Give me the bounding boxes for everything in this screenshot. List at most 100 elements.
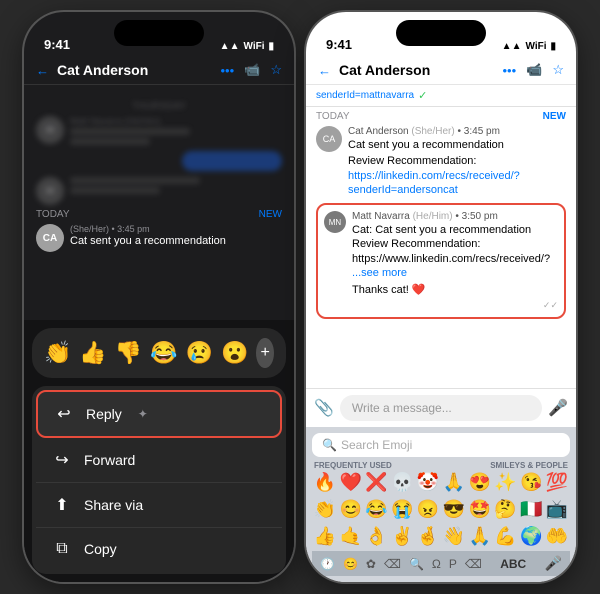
mic-icon-keyboard[interactable]: 🎤 <box>545 555 562 572</box>
emoji-ok[interactable]: 👌 <box>364 524 390 549</box>
emoji-smile[interactable]: 😊 <box>338 497 364 522</box>
matt-thanks-text: Thanks cat! ❤️ <box>352 283 558 297</box>
verified-icon: ✓ <box>418 89 427 102</box>
emoji-search-placeholder: Search Emoji <box>341 438 412 452</box>
more-icon-left[interactable]: ••• <box>221 63 235 78</box>
p-icon[interactable]: P <box>449 557 457 571</box>
freq-used-label: FREQUENTLY USED <box>314 461 392 470</box>
search-icon[interactable]: 🔍 <box>409 557 424 571</box>
video-icon-right[interactable]: 📹 <box>526 62 542 78</box>
emoji-clap[interactable]: 👏 <box>44 340 71 366</box>
emoji-clown[interactable]: 🤡 <box>415 470 441 495</box>
emoji-muscle[interactable]: 💪 <box>493 524 519 549</box>
emoji-pray2[interactable]: 🙏 <box>467 524 493 549</box>
emoji-tv[interactable]: 📺 <box>544 497 570 522</box>
emoji-search-bar[interactable]: 🔍 Search Emoji <box>312 433 570 457</box>
emoji-wave[interactable]: 👋 <box>441 524 467 549</box>
nav-bar-right: ← Cat Anderson ••• 📹 ☆ <box>306 56 576 85</box>
emoji-laugh2[interactable]: 😂 <box>364 497 390 522</box>
emoji-wow[interactable]: 😮 <box>221 340 248 366</box>
emoji-thumbs-up[interactable]: 👍 <box>79 340 106 366</box>
emoji-kiss[interactable]: 😘 <box>518 470 544 495</box>
emoji-eyes[interactable]: 😍 <box>467 470 493 495</box>
cat-message-text: Cat sent you a recommendation <box>348 138 566 152</box>
message-input-field[interactable]: Write a message... <box>340 395 542 421</box>
emoji-star-struck[interactable]: 🤩 <box>467 497 493 522</box>
forward-menu-item[interactable]: ↪ Forward <box>36 438 282 483</box>
symbols-tab-icon[interactable]: ✿ <box>366 557 376 571</box>
left-phone: 9:41 ▲▲ WiFi ▮ ← Cat Anderson ••• 📹 ☆ TH… <box>24 12 294 582</box>
emoji-flag-it[interactable]: 🇮🇹 <box>518 497 544 522</box>
signal-icon-left: ▲▲ <box>220 41 240 52</box>
share-icon: ⬆ <box>52 495 72 515</box>
emoji-peace[interactable]: ✌️ <box>389 524 415 549</box>
emoji-sob[interactable]: 😭 <box>389 497 415 522</box>
nav-title-left: Cat Anderson <box>57 62 213 78</box>
wifi-icon-left: WiFi <box>243 41 264 52</box>
star-icon-left[interactable]: ☆ <box>270 62 282 78</box>
add-emoji-button[interactable]: + <box>256 338 274 368</box>
avatar-blur-1: M <box>36 116 64 144</box>
backspace-icon[interactable]: ⌫ <box>384 557 401 571</box>
emoji-100[interactable]: 💯 <box>544 470 570 495</box>
matt-highlighted-message: MN Matt Navarra (He/Him) • 3:50 pm Cat: … <box>316 203 566 318</box>
back-button-left[interactable]: ← <box>36 63 49 78</box>
cat-link[interactable]: https://linkedin.com/recs/received/?send… <box>348 169 566 198</box>
cat-message-row-right: CA Cat Anderson (She/Her) • 3:45 pm Cat … <box>316 126 566 197</box>
abc-button[interactable]: ABC <box>500 557 526 571</box>
back-button-right[interactable]: ← <box>318 63 331 78</box>
matt-msg-inner: MN Matt Navarra (He/Him) • 3:50 pm Cat: … <box>324 211 558 310</box>
matt-sender-right: Matt Navarra (He/Him) • 3:50 pm <box>352 211 558 222</box>
reply-menu-item[interactable]: ↩ Reply ✦ <box>36 390 282 438</box>
today-label-right: TODAY <box>316 111 350 122</box>
cat-bubble-wrap: Cat Anderson (She/Her) • 3:45 pm Cat sen… <box>348 126 566 197</box>
more-icon-right[interactable]: ••• <box>503 63 517 78</box>
mic-icon-input[interactable]: 🎤 <box>548 398 568 418</box>
nav-actions-right: ••• 📹 ☆ <box>503 62 565 78</box>
recent-icon[interactable]: 🕐 <box>320 557 335 571</box>
emoji-cross[interactable]: ❌ <box>364 470 390 495</box>
message-input-bar: 📎 Write a message... 🎤 <box>306 388 576 427</box>
emoji-pray3[interactable]: 🤲 <box>544 524 570 549</box>
dynamic-island-left <box>114 20 204 46</box>
see-more-link[interactable]: ...see more <box>352 267 407 279</box>
share-menu-item[interactable]: ⬆ Share via <box>36 483 282 528</box>
status-time-left: 9:41 <box>44 37 70 52</box>
cat-avatar-left: CA <box>36 224 64 252</box>
emoji-bottom-bar: 🕐 😊 ✿ ⌫ 🔍 Ω P ⌫ ABC 🎤 <box>312 551 570 576</box>
emoji-earth[interactable]: 🌍 <box>518 524 544 549</box>
star-icon-right[interactable]: ☆ <box>552 62 564 78</box>
matt-bubble-wrap: Matt Navarra (He/Him) • 3:50 pm Cat: Cat… <box>352 211 558 310</box>
nav-bar-left: ← Cat Anderson ••• 📹 ☆ <box>24 56 294 85</box>
forward-icon: ↪ <box>52 450 72 470</box>
cat-sender-info-left: (She/Her) • 3:45 pm <box>70 224 282 234</box>
del-icon[interactable]: ⌫ <box>465 557 482 571</box>
smiley-tab-icon[interactable]: 😊 <box>343 557 358 571</box>
emoji-heart[interactable]: ❤️ <box>338 470 364 495</box>
attach-icon[interactable]: 📎 <box>314 398 334 418</box>
emoji-keyboard: 🔍 Search Emoji FREQUENTLY USED SMILEYS &… <box>306 427 576 582</box>
emoji-callme[interactable]: 🤙 <box>338 524 364 549</box>
emoji-thumbsup2[interactable]: 👍 <box>312 524 338 549</box>
emoji-fingers-crossed[interactable]: 🤞 <box>415 524 441 549</box>
cat-avatar-right: CA <box>316 126 342 152</box>
emoji-angry[interactable]: 😠 <box>415 497 441 522</box>
emoji-skull[interactable]: 💀 <box>389 470 415 495</box>
emoji-thumbs-down[interactable]: 👎 <box>115 340 142 366</box>
last-message-bubble: (She/Her) • 3:45 pm Cat sent you a recom… <box>70 224 282 247</box>
emoji-think[interactable]: 🤔 <box>493 497 519 522</box>
emoji-row-1: 🔥 ❤️ ❌ 💀 🤡 🙏 😍 ✨ 😘 💯 <box>312 470 570 495</box>
video-icon-left[interactable]: 📹 <box>244 62 260 78</box>
emoji-cry[interactable]: 😢 <box>186 340 213 366</box>
today-label-left: TODAY <box>36 209 70 220</box>
battery-icon-right: ▮ <box>550 41 556 52</box>
emoji-sparkle[interactable]: ✨ <box>493 470 519 495</box>
emoji-pray[interactable]: 🙏 <box>441 470 467 495</box>
omega-icon[interactable]: Ω <box>432 557 441 571</box>
copy-menu-item[interactable]: ⧉ Copy <box>36 528 282 570</box>
avatar-blur-2: M <box>36 177 64 205</box>
emoji-clap2[interactable]: 👏 <box>312 497 338 522</box>
emoji-cool[interactable]: 😎 <box>441 497 467 522</box>
emoji-fire[interactable]: 🔥 <box>312 470 338 495</box>
emoji-laugh[interactable]: 😂 <box>150 340 177 366</box>
